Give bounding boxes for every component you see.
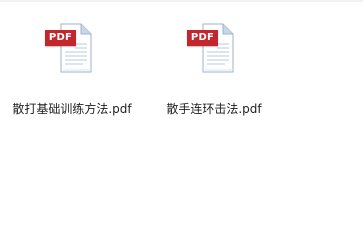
pdf-file-icon: PDF <box>187 22 241 78</box>
file-name-label: 散打基础训练方法.pdf <box>12 102 132 116</box>
file-list-view: PDF 散打基础训练方法.pdf PDF 散手连环击法.pdf <box>0 0 363 249</box>
file-name-label: 散手连环击法.pdf <box>166 102 262 116</box>
pdf-badge: PDF <box>45 30 76 46</box>
pdf-file-icon: PDF <box>45 22 99 78</box>
file-item[interactable]: PDF 散手连环击法.pdf <box>148 22 280 122</box>
pdf-badge: PDF <box>187 30 218 46</box>
file-item[interactable]: PDF 散打基础训练方法.pdf <box>6 22 138 122</box>
